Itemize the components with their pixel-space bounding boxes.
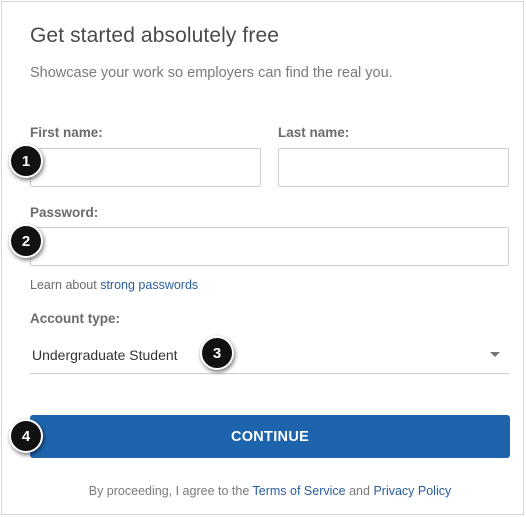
caret-down-icon — [490, 352, 500, 357]
password-label: Password: — [30, 205, 99, 220]
terms-of-service-link[interactable]: Terms of Service — [253, 484, 346, 498]
callout-badge-1: 1 — [9, 144, 43, 178]
page-title: Get started absolutely free — [30, 24, 279, 47]
legal-text: By proceeding, I agree to the — [88, 484, 253, 498]
privacy-policy-link[interactable]: Privacy Policy — [373, 484, 451, 498]
continue-button[interactable]: CONTINUE — [30, 415, 510, 458]
password-field[interactable] — [30, 227, 509, 266]
legal-and-text: and — [345, 484, 374, 498]
first-name-label: First name: — [30, 125, 103, 140]
first-name-field[interactable] — [30, 148, 261, 187]
page-subtitle: Showcase your work so employers can find… — [30, 65, 393, 81]
last-name-label: Last name: — [278, 125, 350, 140]
account-type-value: Undergraduate Student — [32, 347, 178, 363]
password-hint: Learn about strong passwords — [30, 278, 198, 292]
password-hint-text: Learn about — [30, 278, 101, 292]
legal-notice: By proceeding, I agree to the Terms of S… — [2, 484, 526, 498]
account-type-select[interactable]: Undergraduate Student — [30, 336, 510, 374]
callout-badge-3: 3 — [200, 336, 234, 370]
callout-badge-4: 4 — [9, 419, 43, 453]
signup-card: Get started absolutely free Showcase you… — [1, 1, 524, 515]
strong-passwords-link[interactable]: strong passwords — [100, 278, 198, 292]
account-type-label: Account type: — [30, 311, 121, 326]
last-name-field[interactable] — [278, 148, 509, 187]
callout-badge-2: 2 — [9, 224, 43, 258]
